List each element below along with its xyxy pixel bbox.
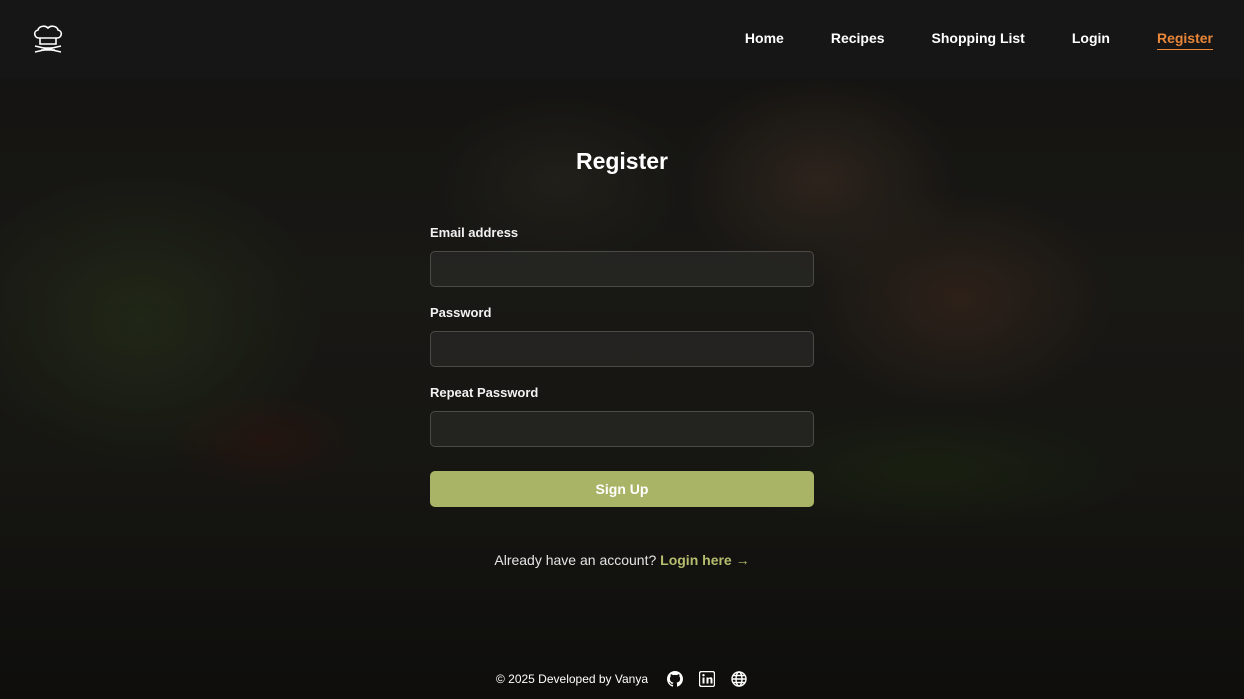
email-field-group: Email address — [430, 225, 814, 287]
repeat-password-input[interactable] — [430, 411, 814, 447]
register-page: Home Recipes Shopping List Login Registe… — [0, 0, 1244, 699]
top-navbar: Home Recipes Shopping List Login Registe… — [0, 0, 1244, 79]
login-here-link[interactable]: Login here → — [660, 552, 749, 568]
register-form: Register Email address Password Repeat P… — [430, 145, 814, 568]
main-nav: Home Recipes Shopping List Login Registe… — [698, 30, 1213, 50]
nav-login[interactable]: Login — [1072, 30, 1110, 50]
footer-social-links — [666, 670, 748, 688]
nav-home[interactable]: Home — [745, 30, 784, 50]
nav-recipes[interactable]: Recipes — [831, 30, 885, 50]
footer-copyright: © 2025 Developed by Vanya — [495, 672, 649, 686]
login-prompt-text: Already have an account? — [494, 552, 657, 568]
chef-hat-icon[interactable] — [31, 23, 65, 57]
password-label: Password — [430, 305, 492, 320]
nav-shopping-list[interactable]: Shopping List — [932, 30, 1025, 50]
nav-register[interactable]: Register — [1156, 30, 1213, 50]
password-field-group: Password — [430, 305, 814, 367]
login-prompt: Already have an account? Login here → — [430, 552, 814, 568]
email-input[interactable] — [430, 251, 814, 287]
email-label: Email address — [430, 225, 519, 240]
sign-up-button[interactable]: Sign Up — [430, 471, 814, 507]
footer: © 2025 Developed by Vanya — [0, 659, 1244, 699]
page-title: Register — [575, 148, 669, 174]
github-icon[interactable] — [666, 670, 684, 688]
linkedin-icon[interactable] — [698, 670, 716, 688]
password-input[interactable] — [430, 331, 814, 367]
repeat-password-label: Repeat Password — [430, 385, 539, 400]
globe-icon[interactable] — [730, 670, 748, 688]
repeat-password-field-group: Repeat Password — [430, 385, 814, 447]
